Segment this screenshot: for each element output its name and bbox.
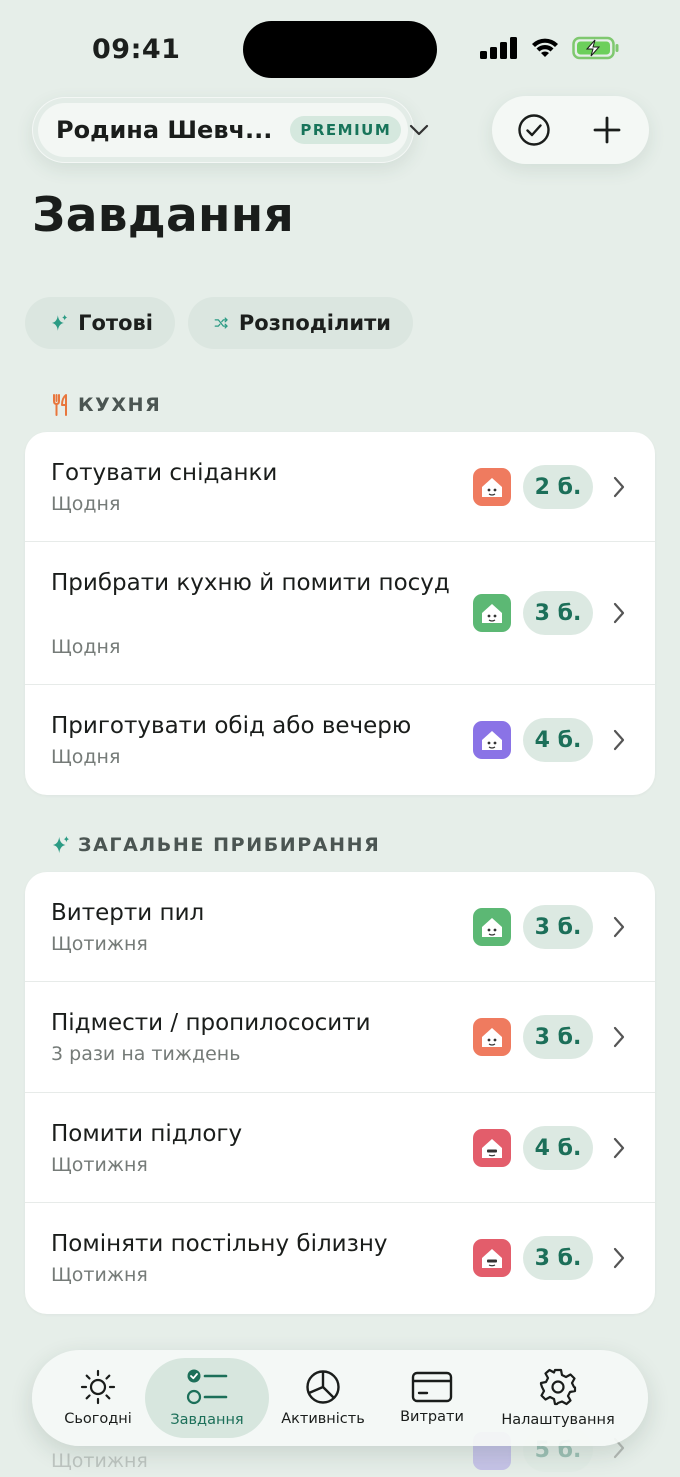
chip-ready[interactable]: Готові <box>25 297 175 349</box>
sun-icon <box>80 1369 116 1405</box>
task-card-general-cleaning: Витерти пил Щотижня 3 б. Підмести / проп… <box>25 872 655 1314</box>
task-frequency: Щотижня <box>51 1154 148 1176</box>
house-face-icon <box>482 731 502 750</box>
chevron-right-icon <box>613 916 625 938</box>
task-frequency: Щодня <box>51 493 121 515</box>
check-circle-icon <box>518 114 550 146</box>
task-title: Прибрати кухню й помити посуд <box>51 570 450 596</box>
card-icon <box>411 1371 453 1403</box>
assignee-avatar <box>473 468 511 506</box>
task-title: Поміняти постільну білизну <box>51 1231 388 1257</box>
signal-icon <box>480 37 517 59</box>
task-title: Приготувати обід або вечерю <box>51 713 412 739</box>
task-list-icon <box>186 1369 228 1405</box>
task-card-kitchen: Готувати сніданки Щодня 2 б. Прибрати ку… <box>25 432 655 795</box>
house-face-icon <box>482 478 502 497</box>
assignee-avatar <box>473 1239 511 1277</box>
house-face-icon <box>482 1249 502 1268</box>
section-title: ЗАГАЛЬНЕ ПРИБИРАННЯ <box>78 834 381 856</box>
tab-label: Завдання <box>170 1412 244 1428</box>
task-row[interactable]: Поміняти постільну білизну Щотижня 3 б. <box>25 1203 655 1314</box>
sparkle-icon <box>51 314 68 331</box>
task-row[interactable]: Прибрати кухню й помити посуд Щодня 3 б. <box>25 542 655 685</box>
section-header-kitchen: КУХНЯ <box>52 394 161 416</box>
house-face-icon <box>482 604 502 623</box>
fork-knife-icon <box>53 394 67 416</box>
tab-bar: Сьогодні Завдання Активність Витрати Нал… <box>32 1350 648 1446</box>
tab-today[interactable]: Сьогодні <box>54 1358 142 1438</box>
pie-chart-icon <box>306 1370 340 1404</box>
task-frequency: Щодня <box>51 636 121 658</box>
chevron-right-icon <box>613 729 625 751</box>
chevron-right-icon <box>613 602 625 624</box>
sparkle-icon <box>52 836 70 854</box>
points-badge: 3 б. <box>523 1236 593 1280</box>
chip-distribute[interactable]: Розподілити <box>188 297 413 349</box>
tab-settings[interactable]: Налаштування <box>494 1358 622 1438</box>
app-screen: 09:41 Родина Шевч... PREMIUM Завдання Го… <box>0 0 680 1477</box>
header-actions <box>492 96 649 164</box>
points-badge: 4 б. <box>523 1126 593 1170</box>
gear-icon <box>539 1368 577 1406</box>
wifi-icon <box>532 38 558 57</box>
task-title: Витерти пил <box>51 900 205 926</box>
plus-icon <box>593 116 621 144</box>
dynamic-island <box>243 21 437 78</box>
house-face-icon <box>482 1028 502 1047</box>
house-face-icon <box>482 1139 502 1158</box>
task-title: Підмести / пропилососити <box>51 1010 371 1036</box>
chevron-right-icon <box>613 1247 625 1269</box>
tab-expenses[interactable]: Витрати <box>388 1358 476 1438</box>
points-badge: 3 б. <box>523 905 593 949</box>
chevron-down-icon <box>409 124 429 136</box>
assignee-avatar <box>473 908 511 946</box>
tab-label: Налаштування <box>501 1412 615 1428</box>
chip-ready-label: Готові <box>78 311 153 335</box>
task-frequency: 3 рази на тиждень <box>51 1043 241 1065</box>
task-frequency: Щодня <box>51 746 121 768</box>
task-title: Готувати сніданки <box>51 460 278 486</box>
task-row[interactable]: Помити підлогу Щотижня 4 б. <box>25 1093 655 1203</box>
points-badge: 3 б. <box>523 591 593 635</box>
shuffle-icon <box>214 317 228 329</box>
tab-label: Активність <box>281 1411 365 1427</box>
points-badge: 3 б. <box>523 1015 593 1059</box>
page-title: Завдання <box>32 188 295 243</box>
assignee-avatar <box>473 1129 511 1167</box>
points-badge: 4 б. <box>523 718 593 762</box>
task-frequency: Щотижня <box>51 1450 148 1472</box>
chip-distribute-label: Розподілити <box>238 311 391 335</box>
status-time: 09:41 <box>92 34 181 65</box>
family-name: Родина Шевч... <box>56 116 273 144</box>
tab-label: Сьогодні <box>64 1411 132 1427</box>
task-frequency: Щотижня <box>51 1264 148 1286</box>
points-badge: 2 б. <box>523 465 593 509</box>
chevron-right-icon <box>613 1026 625 1048</box>
battery-charging-icon <box>572 36 619 60</box>
house-face-icon <box>482 918 502 937</box>
task-frequency: Щотижня <box>51 933 148 955</box>
task-row[interactable]: Приготувати обід або вечерю Щодня 4 б. <box>25 685 655 795</box>
family-selector[interactable]: Родина Шевч... PREMIUM <box>32 97 429 163</box>
complete-button[interactable] <box>506 102 562 158</box>
task-row[interactable]: Витерти пил Щотижня 3 б. <box>25 872 655 982</box>
status-icons <box>480 36 620 60</box>
assignee-avatar <box>473 1018 511 1056</box>
chevron-right-icon <box>613 1137 625 1159</box>
premium-badge: PREMIUM <box>290 116 402 144</box>
tab-tasks[interactable]: Завдання <box>145 1358 269 1438</box>
assignee-avatar <box>473 594 511 632</box>
tab-label: Витрати <box>400 1409 464 1425</box>
section-header-general-cleaning: ЗАГАЛЬНЕ ПРИБИРАННЯ <box>52 834 380 856</box>
add-task-button[interactable] <box>579 102 635 158</box>
task-row[interactable]: Готувати сніданки Щодня 2 б. <box>25 432 655 542</box>
task-row[interactable]: Підмести / пропилососити 3 рази на тижде… <box>25 982 655 1093</box>
family-selector-inner: Родина Шевч... PREMIUM <box>38 103 429 157</box>
assignee-avatar <box>473 721 511 759</box>
tab-activity[interactable]: Активність <box>274 1358 372 1438</box>
chevron-right-icon <box>613 476 625 498</box>
task-title: Помити підлогу <box>51 1121 243 1147</box>
section-title: КУХНЯ <box>78 394 162 416</box>
